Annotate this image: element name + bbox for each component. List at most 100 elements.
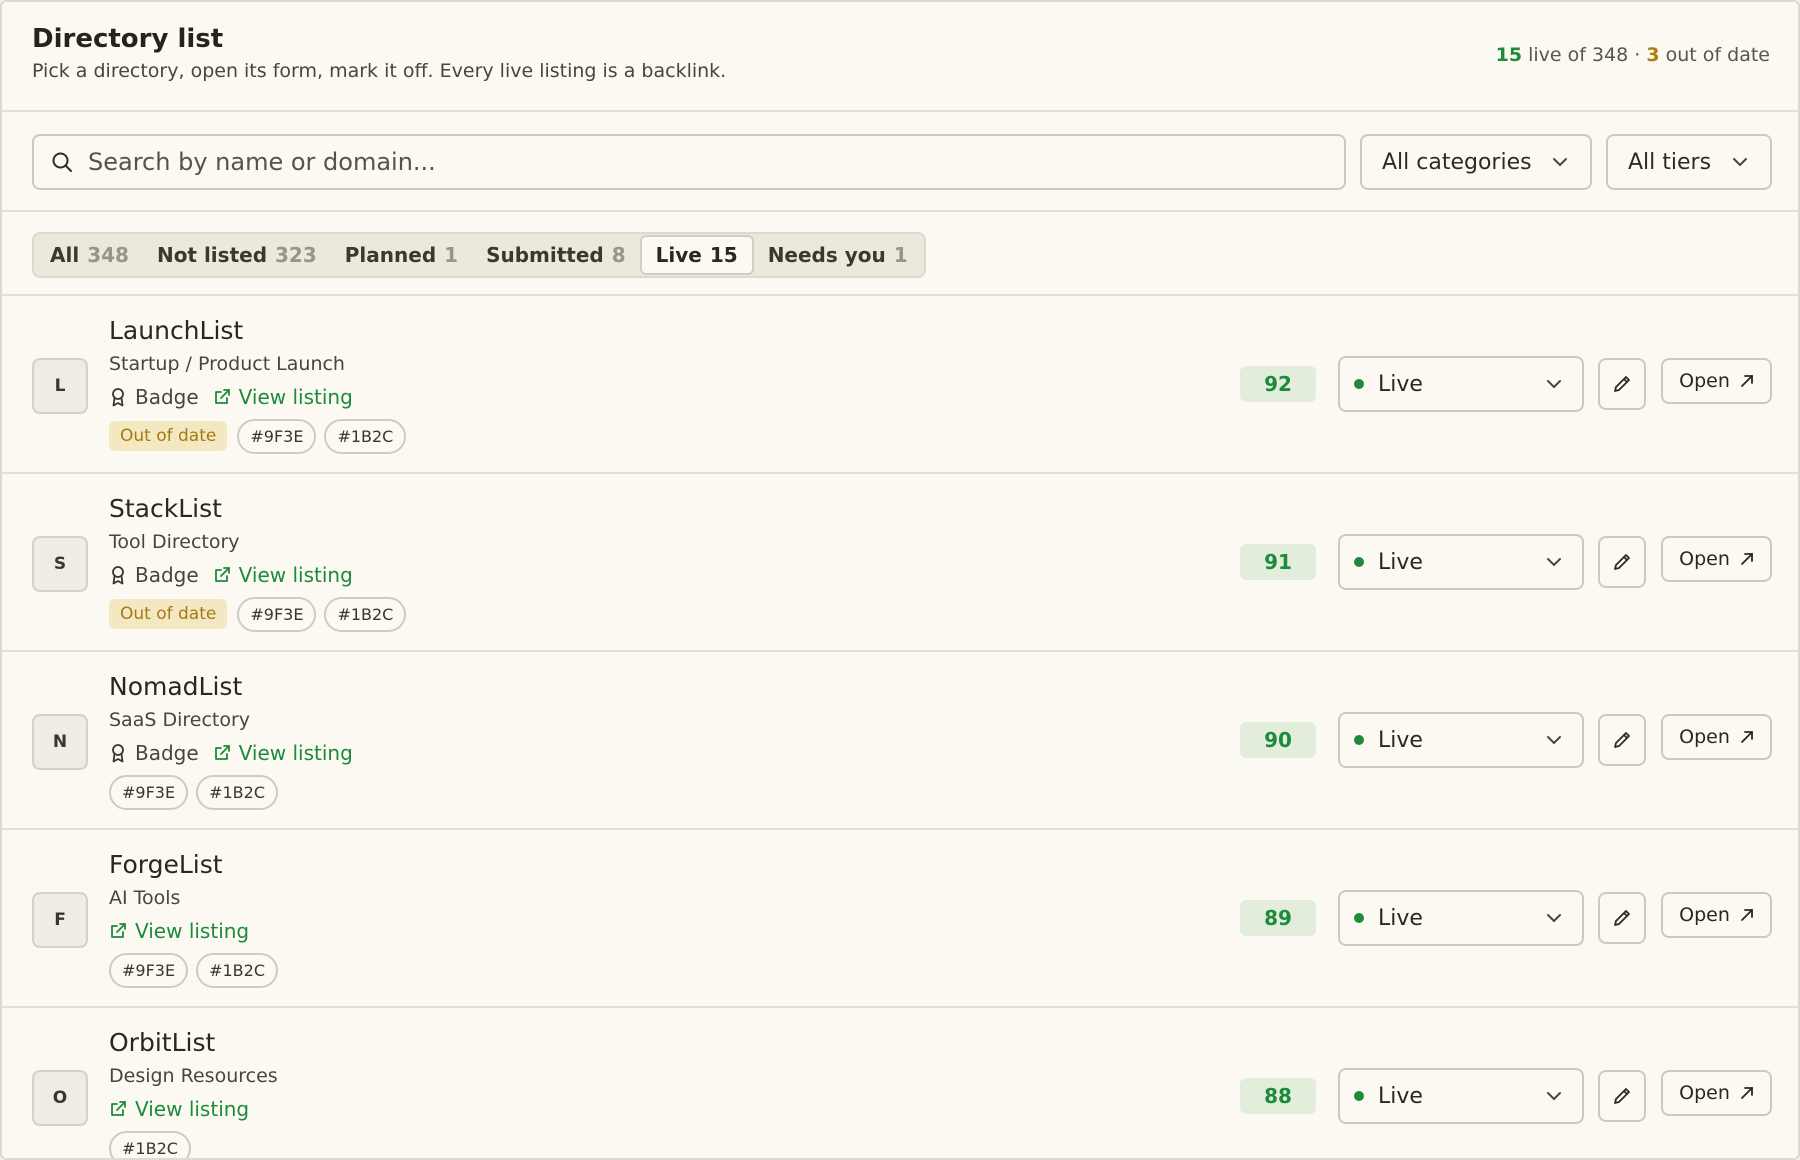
arrow-up-right-icon	[1740, 909, 1753, 921]
status-tabs-row: All 348 Not listed 323 Planned 1 Submitted 8…	[2, 212, 1798, 296]
domain-rating-score: 92	[1240, 366, 1316, 402]
tab-not-listed[interactable]: Not listed 323	[143, 235, 331, 275]
search-box[interactable]	[32, 134, 1346, 190]
status-label: Live	[1378, 549, 1423, 575]
directory-info: StackList Tool Directory Badge View list…	[109, 492, 414, 636]
edit-button[interactable]	[1598, 1070, 1646, 1122]
pencil-icon	[1614, 554, 1630, 570]
view-listing-text: View listing	[238, 741, 353, 765]
directory-row: S StackList Tool Directory Badge View li…	[2, 474, 1798, 652]
status-dot	[1354, 735, 1364, 745]
search-icon	[52, 152, 72, 172]
award-icon	[112, 388, 124, 407]
domain-rating-score: 89	[1240, 900, 1316, 936]
tab-needs-you[interactable]: Needs you 1	[754, 235, 922, 275]
page-subtitle: Pick a directory, open its form, mark it…	[32, 60, 727, 82]
external-link-icon	[111, 923, 126, 938]
category-select-label: All categories	[1382, 149, 1532, 175]
directory-category: AI Tools	[109, 887, 181, 909]
directory-name: StackList	[109, 494, 222, 523]
listing-summary: 15 live of 348 · 3 out of date	[1496, 44, 1770, 66]
tag-chip[interactable]: #1B2C	[196, 952, 278, 988]
tag-chip[interactable]: #9F3E	[109, 774, 189, 810]
tab-count: 323	[275, 243, 317, 267]
edit-button[interactable]	[1598, 714, 1646, 766]
open-button[interactable]: Open	[1661, 536, 1772, 582]
open-button[interactable]: Open	[1661, 892, 1772, 938]
chevron-down-icon	[1547, 914, 1561, 923]
tab-planned[interactable]: Planned 1	[331, 235, 472, 275]
open-button[interactable]: Open	[1661, 714, 1772, 760]
open-button[interactable]: Open	[1661, 1070, 1772, 1116]
tag-chip[interactable]: #1B2C	[109, 1130, 191, 1158]
directory-category: Startup / Product Launch	[109, 353, 345, 375]
tab-count: 1	[444, 243, 459, 267]
chevron-down-icon	[1733, 158, 1747, 167]
tab-all[interactable]: All 348	[36, 235, 143, 275]
status-tabs: All 348 Not listed 323 Planned 1 Submitted 8…	[32, 232, 926, 278]
tag-chip[interactable]: #1B2C	[196, 774, 278, 810]
live-count: 15	[1495, 44, 1523, 66]
avatar: N	[32, 714, 88, 770]
external-link-icon	[111, 1101, 126, 1116]
status-select[interactable]: Live	[1338, 890, 1584, 946]
badge-label: Badge	[109, 563, 199, 587]
chevron-down-icon	[1547, 736, 1561, 745]
view-listing-link[interactable]: View listing	[213, 563, 353, 587]
view-listing-link[interactable]: View listing	[213, 741, 353, 765]
avatar: F	[32, 892, 88, 948]
tag-chip[interactable]: #1B2C	[324, 596, 407, 632]
directory-panel: Directory list Pick a directory, open it…	[0, 0, 1800, 1160]
tag-chip[interactable]: #9F3E	[237, 418, 317, 454]
status-select[interactable]: Live	[1338, 1068, 1584, 1124]
pencil-icon	[1614, 1088, 1630, 1104]
tag-chip[interactable]: #1B2C	[324, 418, 407, 454]
badge-text: Badge	[135, 563, 199, 587]
tab-submitted[interactable]: Submitted 8	[472, 235, 640, 275]
tag-chip[interactable]: #9F3E	[237, 596, 317, 632]
edit-button[interactable]	[1598, 358, 1646, 410]
status-dot	[1354, 557, 1364, 567]
external-link-icon	[214, 567, 230, 582]
directory-rows: L LaunchList Startup / Product Launch Ba…	[2, 296, 1798, 1158]
directory-links: View listing	[109, 1092, 278, 1126]
tier-select-label: All tiers	[1628, 149, 1712, 175]
arrow-up-right-icon	[1740, 1087, 1753, 1099]
status-select[interactable]: Live	[1338, 356, 1584, 412]
out-of-date-badge: Out of date	[109, 599, 228, 629]
directory-tags: Out of date #9F3E #1B2C	[109, 414, 414, 458]
category-select[interactable]: All categories	[1360, 134, 1592, 190]
search-input[interactable]	[88, 148, 1288, 176]
view-listing-link[interactable]: View listing	[109, 919, 249, 943]
status-dot	[1354, 379, 1364, 389]
external-link-icon	[214, 389, 230, 404]
tab-label: Planned	[344, 243, 437, 267]
open-button-label: Open	[1679, 548, 1730, 570]
status-select[interactable]: Live	[1338, 712, 1584, 768]
directory-name: LaunchList	[109, 316, 244, 345]
directory-tags: #1B2C	[109, 1126, 278, 1158]
view-listing-link[interactable]: View listing	[109, 1097, 249, 1121]
tab-live[interactable]: Live 15	[639, 235, 754, 275]
tier-select[interactable]: All tiers	[1606, 134, 1772, 190]
arrow-up-right-icon	[1740, 553, 1753, 565]
edit-button[interactable]	[1598, 536, 1646, 588]
tag-chip[interactable]: #9F3E	[109, 952, 189, 988]
directory-category: Design Resources	[109, 1065, 278, 1087]
tab-label: Submitted	[486, 243, 604, 267]
edit-button[interactable]	[1598, 892, 1646, 944]
open-button[interactable]: Open	[1661, 358, 1772, 404]
view-listing-link[interactable]: View listing	[213, 385, 353, 409]
avatar-initial: F	[54, 910, 66, 930]
view-listing-text: View listing	[135, 1097, 250, 1121]
directory-info: OrbitList Design Resources View listing …	[109, 1026, 278, 1158]
badge-label: Badge	[109, 741, 199, 765]
tab-label: Not listed	[156, 243, 268, 267]
badge-text: Badge	[135, 385, 199, 409]
directory-links: Badge View listing	[109, 380, 414, 414]
status-select[interactable]: Live	[1338, 534, 1584, 590]
chevron-down-icon	[1547, 558, 1561, 567]
chevron-down-icon	[1547, 1092, 1561, 1101]
directory-info: LaunchList Startup / Product Launch Badg…	[109, 314, 414, 458]
directory-tags: Out of date #9F3E #1B2C	[109, 592, 414, 636]
